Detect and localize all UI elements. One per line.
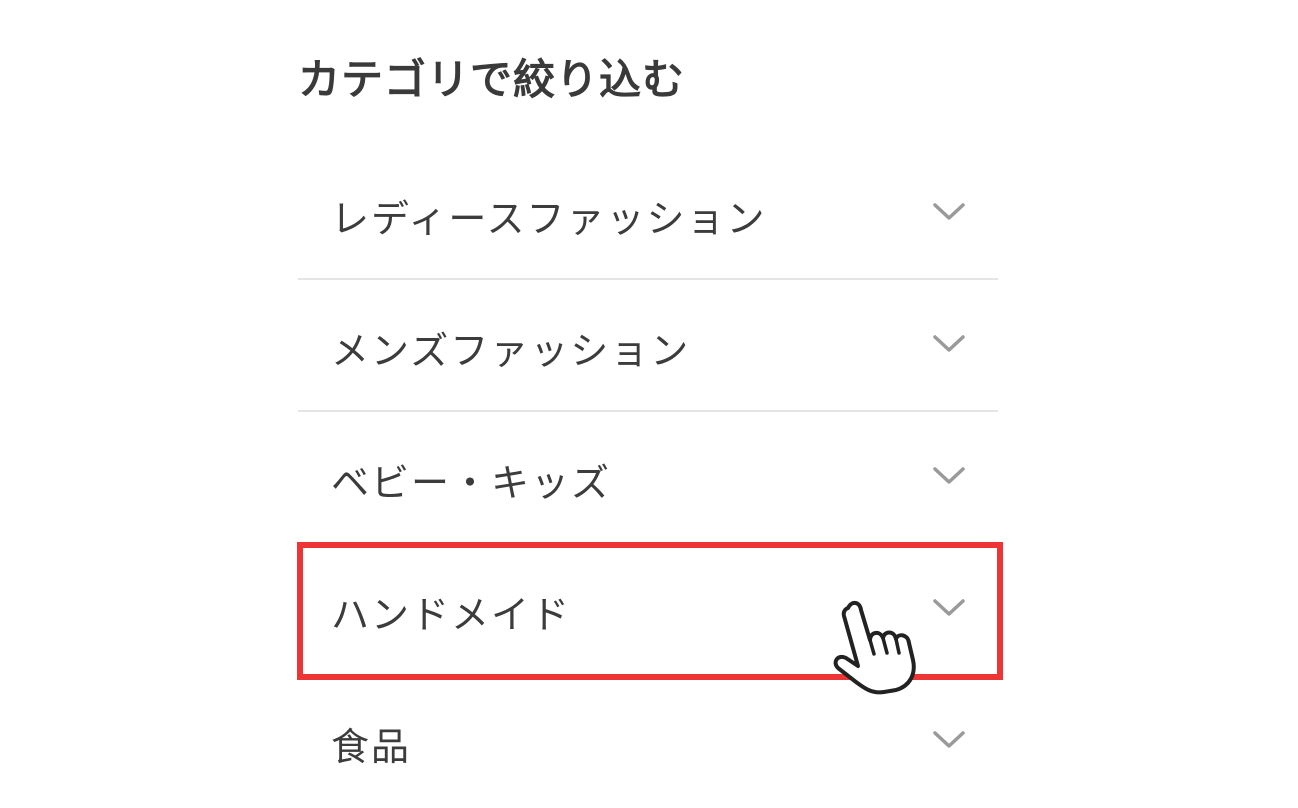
category-list: レディースファッション メンズファッション ベビー・キッズ ハンドメイド 食品 bbox=[297, 148, 1003, 808]
filter-title: カテゴリで絞り込む bbox=[298, 55, 686, 104]
category-item-mens-fashion[interactable]: メンズファッション bbox=[298, 280, 998, 412]
category-label: メンズファッション bbox=[331, 329, 691, 373]
category-label: ベビー・キッズ bbox=[331, 461, 612, 505]
category-label: 食品 bbox=[331, 725, 412, 769]
chevron-down-icon[interactable] bbox=[932, 334, 966, 354]
category-label: レディースファッション bbox=[331, 197, 767, 241]
chevron-down-icon[interactable] bbox=[932, 202, 966, 222]
chevron-down-icon[interactable] bbox=[932, 598, 966, 618]
chevron-down-icon[interactable] bbox=[932, 466, 966, 486]
category-item-baby-kids[interactable]: ベビー・キッズ bbox=[298, 412, 998, 544]
category-item-food[interactable]: 食品 bbox=[298, 676, 998, 808]
chevron-down-icon[interactable] bbox=[932, 730, 966, 750]
category-item-handmade[interactable]: ハンドメイド bbox=[297, 542, 1003, 680]
category-filter-panel: カテゴリで絞り込む レディースファッション メンズファッション ベビー・キッズ … bbox=[297, 0, 1003, 769]
category-label: ハンドメイド bbox=[331, 593, 572, 637]
category-item-ladies-fashion[interactable]: レディースファッション bbox=[298, 148, 998, 280]
